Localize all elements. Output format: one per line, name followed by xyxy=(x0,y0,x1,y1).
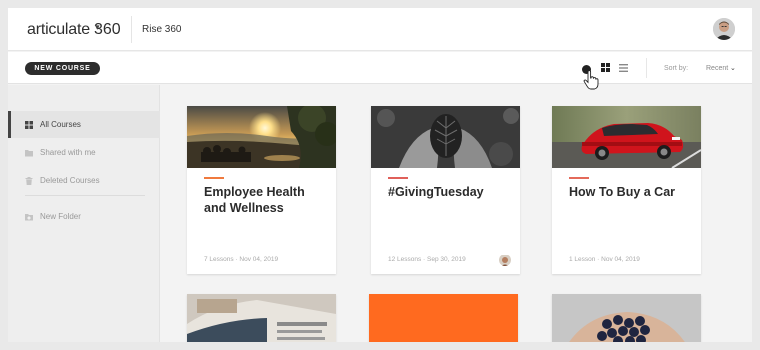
toolbar-divider xyxy=(646,58,647,78)
articulate-logo[interactable]: articulate 360 xyxy=(27,21,121,38)
grid-icon xyxy=(25,120,33,129)
course-thumbnail-magazine xyxy=(187,294,336,342)
author-avatar[interactable] xyxy=(499,254,511,266)
sort-by-label: Sort by: xyxy=(664,65,689,72)
sidebar-divider xyxy=(25,195,145,196)
card-accent-line xyxy=(204,177,224,179)
course-title[interactable]: Employee Health and Wellness xyxy=(204,184,324,216)
course-thumbnail-sunset xyxy=(187,106,336,168)
trash-icon xyxy=(25,176,33,185)
new-folder-icon xyxy=(25,213,33,220)
course-card[interactable] xyxy=(369,294,518,342)
course-thumbnail-car xyxy=(552,106,701,168)
list-view-icon[interactable] xyxy=(619,64,628,72)
chevron-down-icon[interactable]: ⌄ xyxy=(730,64,736,72)
card-accent-line xyxy=(569,177,589,179)
card-accent-line xyxy=(388,177,408,179)
app-frame: articulate 360 ▾ Rise 360 NEW COURSE Sor… xyxy=(8,8,752,342)
course-card[interactable] xyxy=(187,294,336,342)
chevron-down-icon[interactable]: ▾ xyxy=(95,22,100,33)
course-title[interactable]: How To Buy a Car xyxy=(569,184,689,200)
sidebar-item-label: All Courses xyxy=(40,120,81,129)
course-thumbnail-hands xyxy=(371,106,520,168)
course-card[interactable]: #GivingTuesday 12 Lessons · Sep 30, 2019 xyxy=(371,106,520,274)
course-card[interactable] xyxy=(552,294,701,342)
course-thumbnail-grapes xyxy=(552,294,701,342)
app-name: Rise 360 xyxy=(142,24,182,35)
sidebar-item-label: Deleted Courses xyxy=(40,176,100,185)
sidebar-item-label: New Folder xyxy=(40,212,81,221)
hand-cursor-icon xyxy=(583,70,599,90)
sidebar-item-label: Shared with me xyxy=(40,148,96,157)
grid-view-icon[interactable] xyxy=(601,63,610,72)
course-card[interactable]: How To Buy a Car 1 Lesson · Nov 04, 2019 xyxy=(552,106,701,274)
top-bar: articulate 360 ▾ Rise 360 xyxy=(8,8,752,51)
course-meta: 7 Lessons · Nov 04, 2019 xyxy=(204,256,279,263)
sidebar-item-shared[interactable]: Shared with me xyxy=(8,139,160,166)
course-title[interactable]: #GivingTuesday xyxy=(388,184,508,200)
shared-folder-icon xyxy=(25,149,33,156)
course-meta: 12 Lessons · Sep 30, 2019 xyxy=(388,256,466,263)
course-toolbar: NEW COURSE Sort by: Recent ⌄ xyxy=(8,52,752,90)
logo-wordmark: articulate xyxy=(27,21,90,38)
user-avatar[interactable] xyxy=(713,18,735,40)
sidebar: All Courses Shared with me Deleted Cours… xyxy=(8,85,160,342)
course-card[interactable]: Employee Health and Wellness 7 Lessons ·… xyxy=(187,106,336,274)
sidebar-item-deleted[interactable]: Deleted Courses xyxy=(8,167,160,194)
header-divider xyxy=(131,16,132,43)
course-meta: 1 Lesson · Nov 04, 2019 xyxy=(569,256,640,263)
sidebar-item-new-folder[interactable]: New Folder xyxy=(8,203,160,230)
new-course-button[interactable]: NEW COURSE xyxy=(25,62,100,75)
sort-select[interactable]: Recent xyxy=(706,65,728,72)
sidebar-item-all-courses[interactable]: All Courses xyxy=(8,111,160,138)
